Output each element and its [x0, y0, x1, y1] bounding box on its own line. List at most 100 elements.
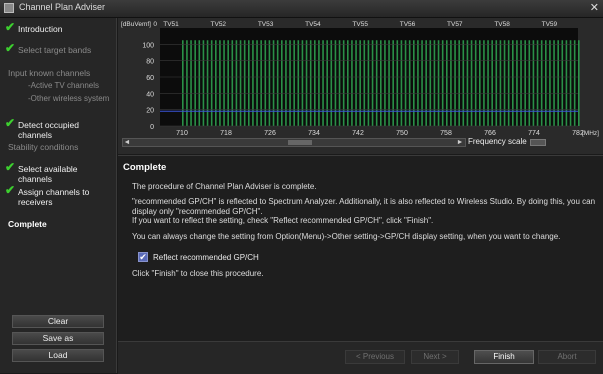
spectrum-bar [322, 40, 324, 126]
step-label: Stability conditions [8, 142, 79, 152]
spectrum-bar [198, 40, 201, 126]
spectrum-bar [540, 40, 543, 126]
x-tick-label: 718 [220, 130, 232, 137]
spectrum-bar [268, 40, 271, 126]
y-tick-label: 0 [150, 124, 154, 131]
horizontal-scrollbar[interactable]: ◄ ► [122, 138, 466, 147]
spectrum-bar [392, 40, 394, 126]
frequency-scale-label: Frequency scale [468, 137, 527, 146]
x-tick-label: 750 [396, 130, 408, 137]
y-tick-label: 20 [146, 108, 154, 115]
spectrum-bar [404, 40, 407, 126]
x-tick-label: 742 [352, 130, 364, 137]
spectrum-bar [252, 40, 254, 126]
spectrum-bar [285, 40, 287, 126]
scroll-thumb[interactable] [288, 140, 312, 145]
spectrum-bar [487, 40, 489, 126]
spectrum-bar [194, 40, 196, 126]
y-axis-label: [dBuVemf] [121, 21, 151, 28]
checkmark-icon: ✔ [5, 183, 16, 197]
abort-button[interactable]: Abort [538, 350, 596, 364]
step-label: Introduction [18, 24, 63, 34]
save-as-button[interactable]: Save as [12, 332, 104, 345]
clear-button[interactable]: Clear [12, 315, 104, 328]
content-panel: Complete The procedure of Channel Plan A… [118, 155, 603, 341]
spectrum-bar [347, 40, 349, 126]
spectrum-bar [318, 40, 320, 126]
spectrum-chart: 100806040200[dBuVemf] 0 TV51 TV52 TV53 TV54 TV… [121, 21, 599, 137]
checkmark-icon: ✔ [5, 41, 16, 55]
substep-active-tv-channels[interactable]: -Active TV channels [28, 81, 99, 91]
frequency-scale-slider[interactable] [530, 139, 546, 146]
app-icon [4, 3, 14, 13]
x-tick-label: 710 [176, 130, 188, 137]
spectrum-bar [524, 40, 526, 126]
sidebar: ✔ Introduction ✔ Select target bands Inp… [0, 18, 117, 373]
substep-other-wireless-system[interactable]: -Other wireless system [28, 94, 109, 104]
spectrum-bar [359, 40, 361, 126]
spectrum-bar [239, 40, 242, 126]
spectrum-bar [503, 40, 506, 126]
spectrum-bar [429, 40, 432, 126]
y-tick-label: 80 [146, 59, 154, 66]
spectrum-bar [305, 40, 308, 126]
step-label: Detect occupied channels [18, 120, 79, 140]
spectrum-bar [326, 40, 328, 126]
previous-button[interactable]: < Previous [345, 350, 405, 364]
step-label: Select available channels [18, 164, 78, 184]
tv-channel-label: TV54 [305, 21, 321, 28]
bottom-nav: < Previous Next > Finish Abort [118, 341, 603, 374]
spectrum-bar [231, 40, 234, 126]
finish-button[interactable]: Finish [474, 350, 534, 364]
y-tick-label: 40 [146, 91, 154, 98]
spectrum-bar [466, 40, 469, 126]
spectrum-bar [545, 40, 547, 126]
spectrum-bar [301, 40, 304, 126]
spectrum-panel: 100 80 60 40 20 0 [dBuVemf] 0 TV51 TV52 TV53 TV54 TV… [118, 18, 603, 154]
spectrum-bar [276, 40, 279, 126]
tv-channel-label: TV51 [163, 21, 179, 28]
spectrum-bar [309, 40, 312, 126]
spectrum-bar [446, 40, 448, 126]
y-tick-label: 60 [146, 75, 154, 82]
scroll-left-icon[interactable]: ◄ [122, 139, 132, 147]
spectrum-bar [507, 40, 510, 126]
spectrum-bar [297, 40, 300, 126]
spectrum-bar [532, 40, 535, 126]
spectrum-bar [400, 40, 403, 126]
close-icon[interactable]: ✕ [590, 1, 599, 14]
tv-channel-label: TV57 [447, 21, 463, 28]
spectrum-bar [470, 40, 473, 126]
spectrum-bar [573, 40, 576, 126]
paragraph-complete: The procedure of Channel Plan Adviser is… [132, 182, 317, 191]
load-button[interactable]: Load [12, 349, 104, 362]
step-label: Input known channels [8, 68, 91, 78]
spectrum-bar [499, 40, 502, 126]
spectrum-bar [474, 40, 477, 126]
paragraph-reflected: "recommended GP/CH" is reflected to Spec… [132, 197, 596, 216]
reflect-checkbox-label[interactable]: Reflect recommended GP/CH [153, 253, 259, 262]
spectrum-bar [433, 40, 436, 126]
spectrum-bar [425, 40, 427, 126]
spectrum-bar [491, 40, 493, 126]
spectrum-bar [375, 40, 378, 126]
spectrum-bar [462, 40, 465, 126]
next-button[interactable]: Next > [411, 350, 459, 364]
x-tick-label: 766 [484, 130, 496, 137]
spectrum-bar [338, 40, 341, 126]
reflect-checkbox[interactable]: ✔ [138, 252, 148, 262]
step-label: Select target bands [18, 45, 92, 55]
scroll-right-icon[interactable]: ► [455, 139, 465, 147]
spectrum-bar [549, 40, 551, 126]
spectrum-bar [351, 40, 353, 126]
spectrum-bar [367, 40, 370, 126]
spectrum-bar [528, 40, 531, 126]
spectrum-bar [215, 40, 217, 126]
spectrum-bar [243, 40, 246, 126]
step-label: Assign channels to receivers [18, 187, 90, 207]
tv-channel-label: TV56 [400, 21, 416, 28]
spectrum-bar [417, 40, 419, 126]
spectrum-bar [330, 40, 333, 126]
x-tick-label: 734 [308, 130, 320, 137]
spectrum-bar [219, 40, 221, 126]
